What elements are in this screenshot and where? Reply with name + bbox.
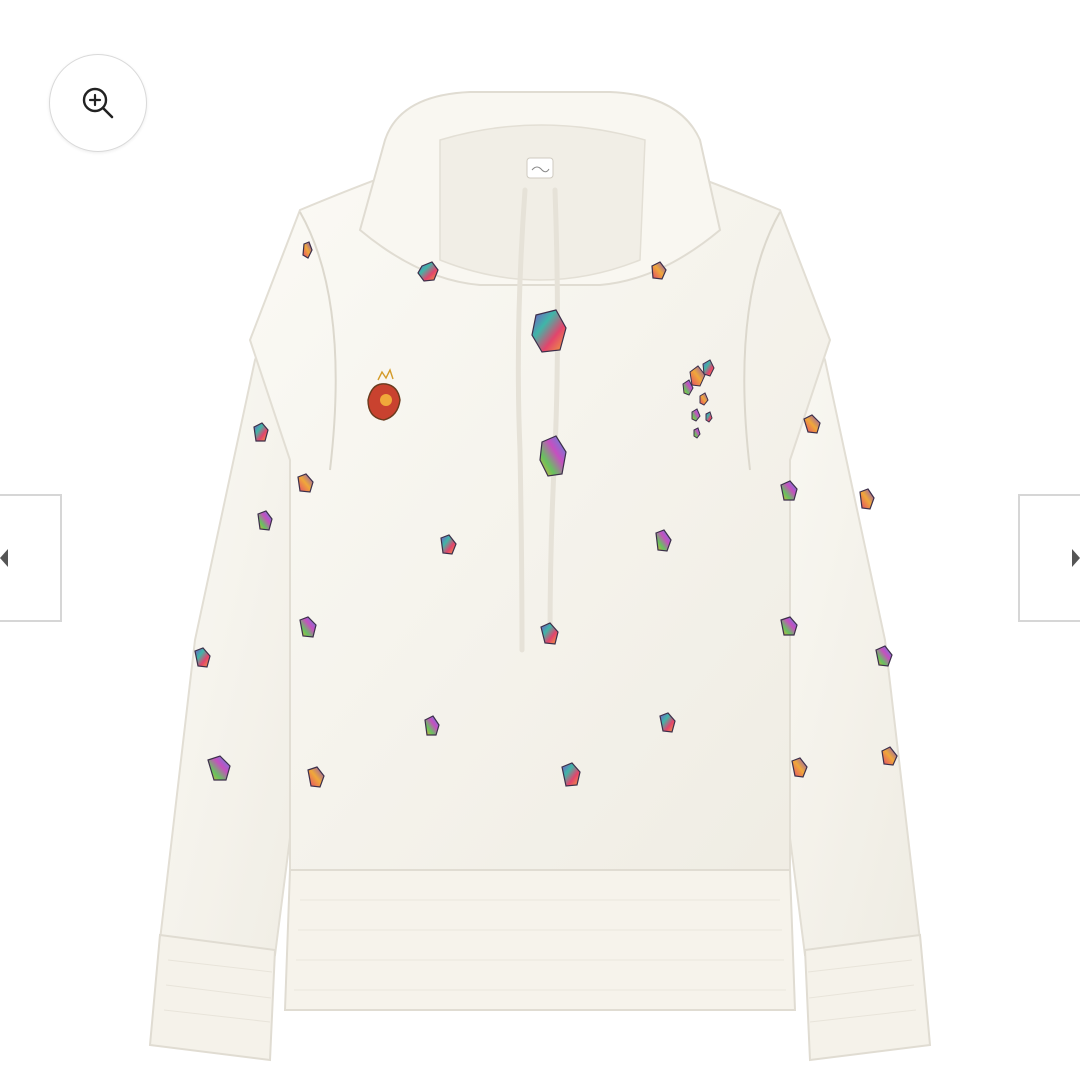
hem-band — [283, 869, 797, 1011]
zoom-button[interactable] — [49, 54, 147, 152]
chevron-left-icon — [0, 549, 8, 567]
product-gallery — [0, 0, 1080, 1080]
zoom-in-icon — [82, 87, 114, 119]
next-image-button[interactable] — [1018, 494, 1080, 622]
left-cuff — [148, 933, 277, 1062]
right-cuff — [803, 933, 932, 1062]
chevron-right-icon — [1072, 549, 1080, 567]
product-photo — [148, 91, 932, 1062]
previous-image-button[interactable] — [0, 494, 62, 622]
